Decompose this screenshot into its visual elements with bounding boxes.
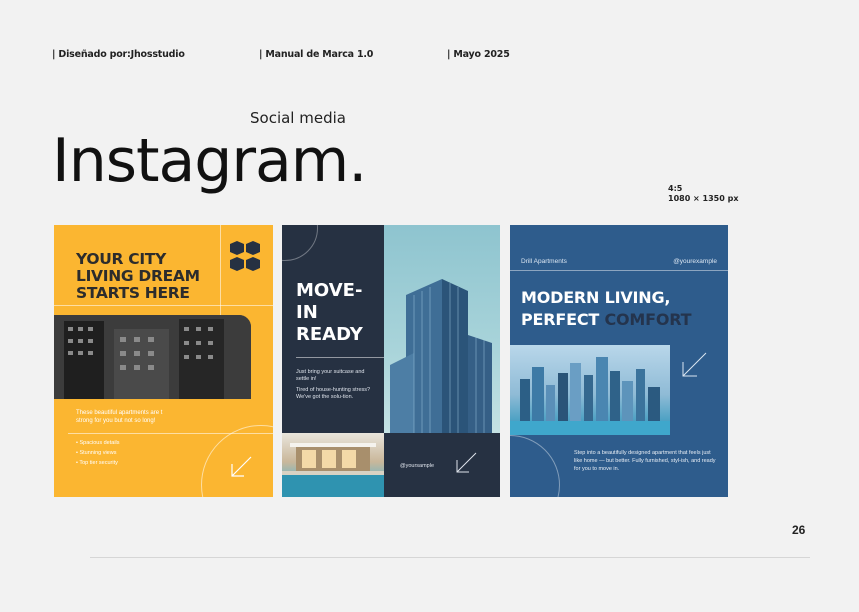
- header-date: | Mayo 2025: [447, 49, 510, 60]
- format-size: 1080 × 1350 px: [668, 194, 739, 203]
- format-spec: 4:5 1080 × 1350 px: [668, 184, 738, 204]
- divider: [54, 305, 273, 306]
- brand-name: Drill Apartments: [521, 258, 567, 265]
- post-body-text: Step into a beautifully designed apartme…: [574, 450, 716, 472]
- page-title: Instagram.: [52, 126, 367, 196]
- section-label: Social media: [250, 109, 346, 127]
- brand-logo-icon: [230, 241, 260, 271]
- footer-divider: [90, 557, 810, 558]
- post-body-text: These beautiful apartments are t strong …: [76, 410, 163, 424]
- instagram-post-yellow: YOUR CITY LIVING DREAM STARTS HERE These…: [54, 225, 273, 497]
- arrow-down-left-icon: [682, 352, 707, 377]
- feature-list: Spacious details Stunning views Top tier…: [76, 438, 120, 468]
- social-handle: @yoursample: [400, 463, 435, 469]
- house-photo: [282, 433, 384, 497]
- post-subtext: Just bring your suitcase and settle in!: [296, 369, 365, 382]
- header-manual-version: | Manual de Marca 1.0: [259, 49, 374, 60]
- divider: [220, 225, 221, 315]
- tower-photo: [384, 225, 500, 433]
- post-headline: YOUR CITY LIVING DREAM STARTS HERE: [76, 250, 200, 302]
- post-headline: MODERN LIVING, PERFECT COMFORT: [521, 288, 692, 329]
- instagram-post-blue: Drill Apartments @yourexample MODERN LIV…: [510, 225, 728, 497]
- list-item: Stunning views: [76, 448, 120, 458]
- divider: [510, 270, 728, 271]
- arrow-down-left-icon: [231, 456, 252, 477]
- list-item: Spacious details: [76, 438, 119, 448]
- page-number: 26: [792, 523, 806, 537]
- social-handle: @yourexample: [673, 258, 717, 265]
- city-skyline-photo: [510, 345, 670, 435]
- list-item: Top tier security: [76, 458, 120, 468]
- header-designer: | Diseñado por:Jhosstudio: [52, 49, 185, 60]
- post-subtext: Tired of house-hunting stress? We've got…: [296, 387, 371, 400]
- building-photo: [54, 315, 251, 399]
- format-ratio: 4:5: [668, 184, 683, 193]
- post-headline: MOVE- IN READY: [296, 280, 363, 345]
- decorative-circle: [510, 435, 560, 497]
- divider: [296, 357, 384, 358]
- instagram-post-navy: MOVE- IN READY Just bring your suitcase …: [282, 225, 500, 497]
- arrow-down-left-icon: [456, 452, 477, 473]
